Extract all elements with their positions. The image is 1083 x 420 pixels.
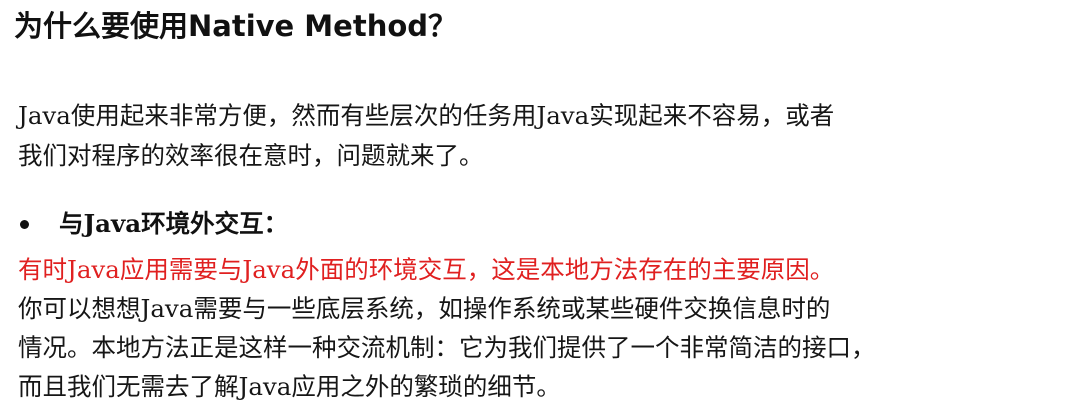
slide: 为什么要使用Native Method？ Java使用起来非常方便，然而有些层次… [0,0,1083,420]
bullet-item: 与Java环境外交互： [18,204,288,244]
intro-line: Java使用起来非常方便，然而有些层次的任务用Java实现起来不容易，或者 [18,101,835,130]
intro-paragraph: Java使用起来非常方便，然而有些层次的任务用Java实现起来不容易，或者 我们… [18,96,1068,176]
highlighted-line: 有时Java应用需要与Java外面的环境交互，这是本地方法存在的主要原因。 [18,255,835,284]
bullet-heading: 与Java环境外交互： [59,209,289,238]
slide-title: 为什么要使用Native Method？ [14,9,458,43]
intro-line: 我们对程序的效率很在意时，问题就来了。 [18,141,484,170]
detail-line: 你可以想想Java需要与一些底层系统，如操作系统或某些硬件交换信息时的 [18,294,831,323]
detail-line: 而且我们无需去了解Java应用之外的繁琐的细节。 [18,372,561,401]
detail-line: 情况。本地方法正是这样一种交流机制：它为我们提供了一个非常简洁的接口， [18,333,876,362]
bullet-dot-icon [20,219,29,229]
detail-paragraph: 有时Java应用需要与Java外面的环境交互，这是本地方法存在的主要原因。 你可… [18,250,1078,406]
